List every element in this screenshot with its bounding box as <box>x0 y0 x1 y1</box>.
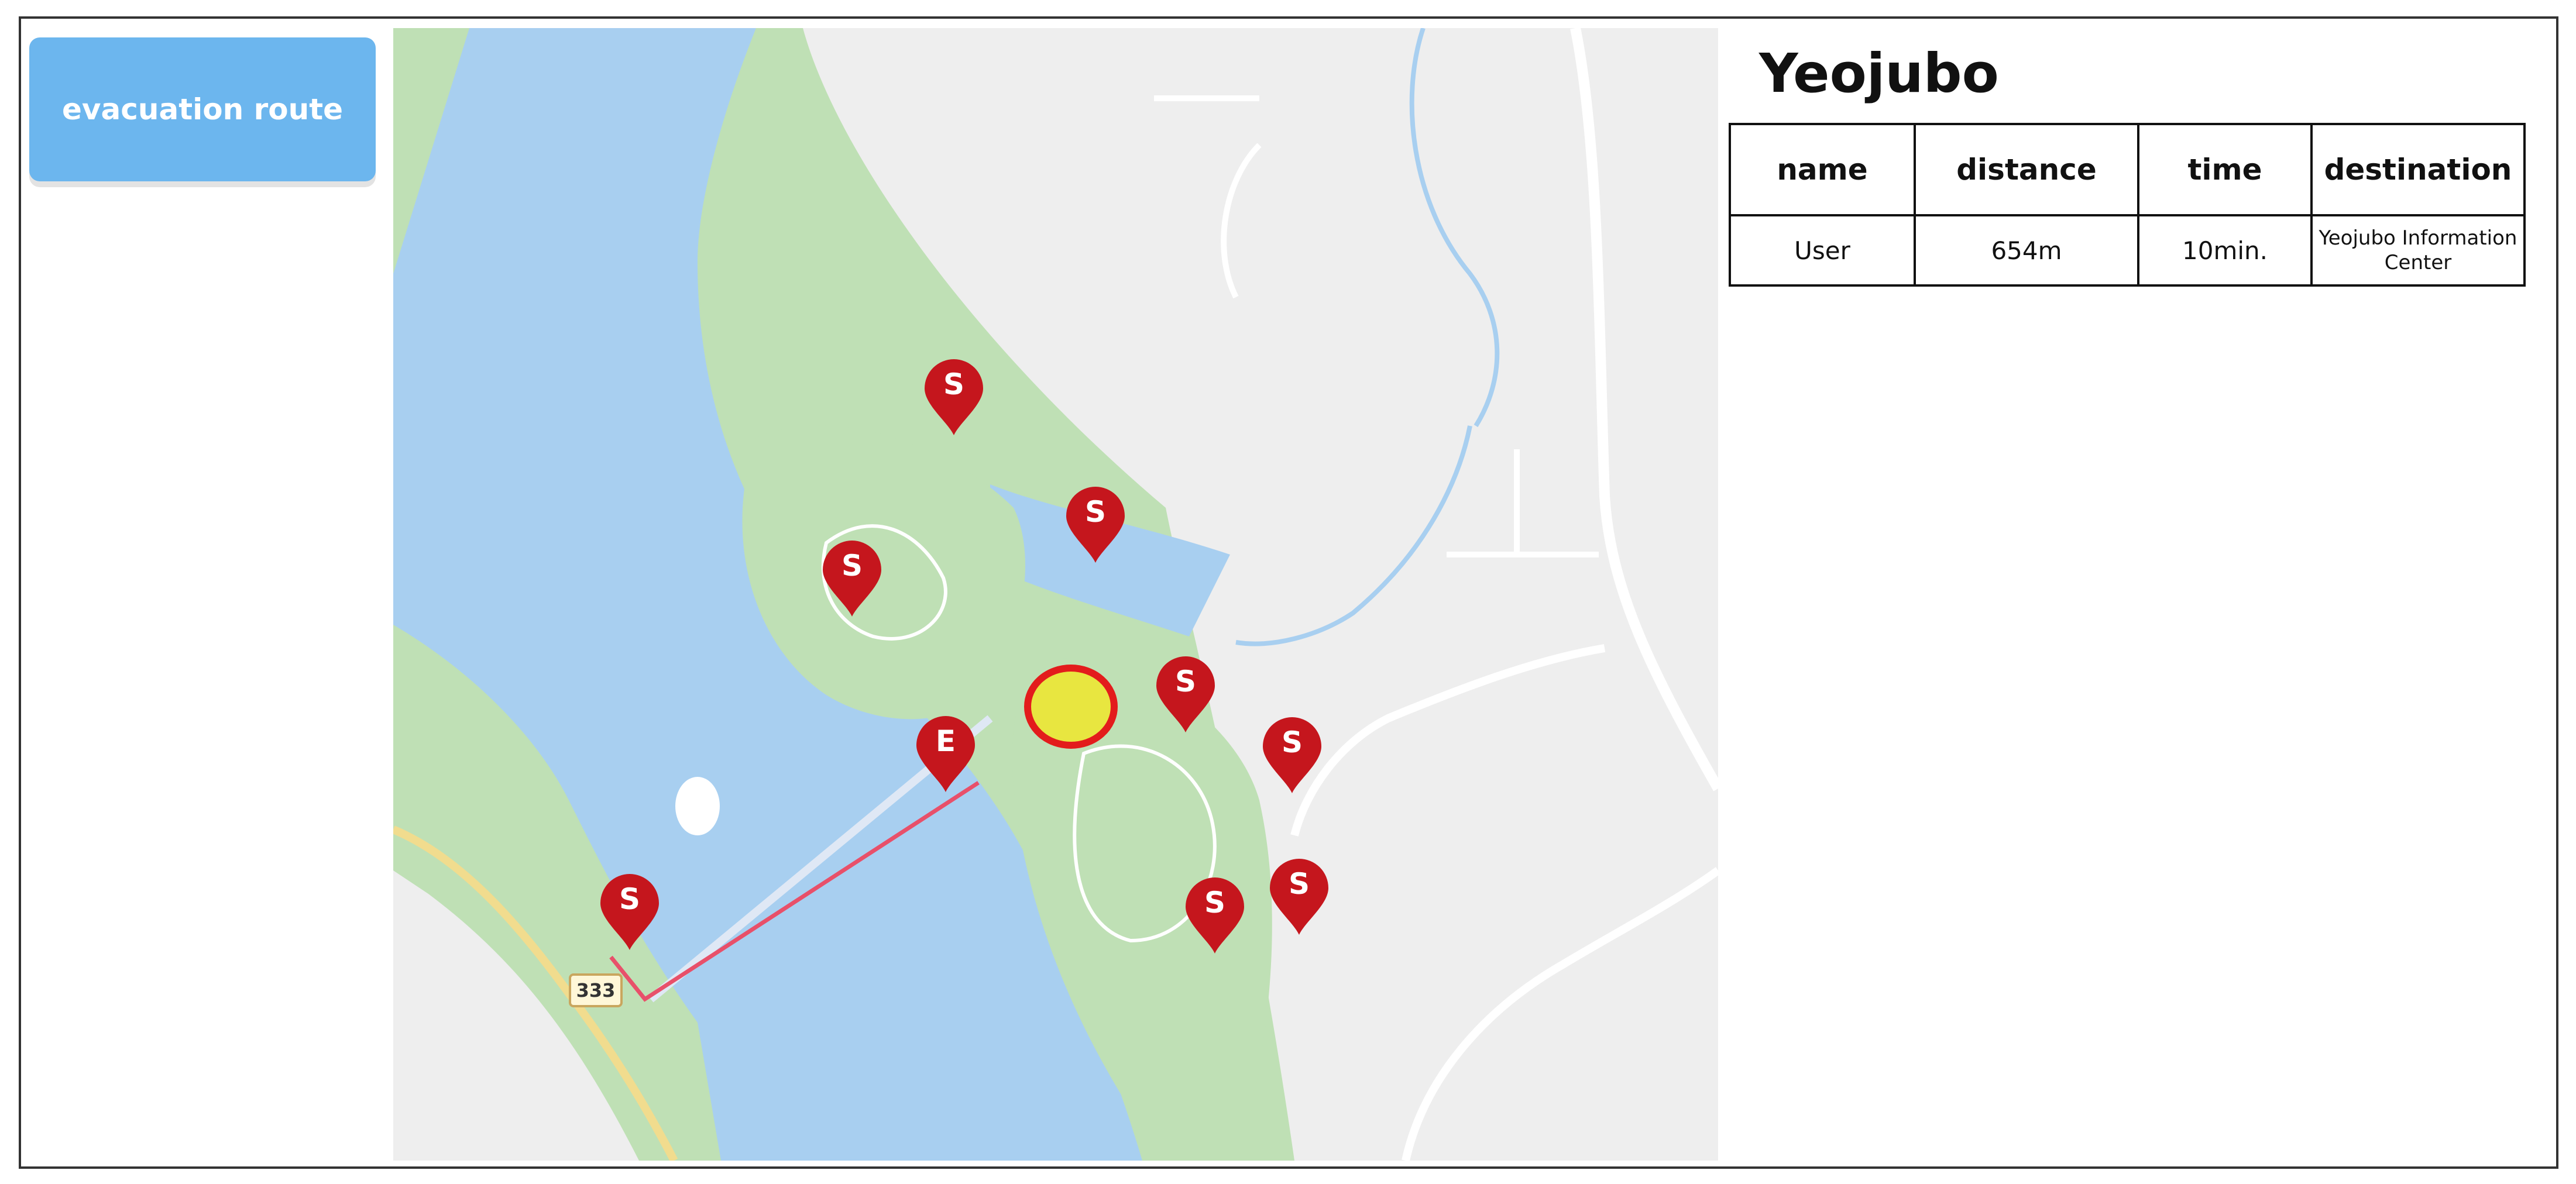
location-title: Yeojubo <box>1759 42 1999 105</box>
shelter-marker[interactable]: S <box>1260 717 1324 794</box>
shelter-marker-label: S <box>1174 665 1196 698</box>
map-view[interactable]: 333 S S S S S S S S E + <box>393 28 1718 1161</box>
column-header-time: time <box>2137 123 2313 216</box>
road-number-badge: 333 <box>569 973 623 1007</box>
column-header-name: name <box>1729 123 1916 216</box>
exit-marker-label: E <box>935 724 956 758</box>
evacuation-route-button[interactable]: evacuation route <box>29 37 376 181</box>
shelter-marker-label: S <box>1084 495 1106 529</box>
table-header-row: name distance time destination <box>1729 123 2526 216</box>
cell-time: 10min. <box>2137 214 2313 287</box>
table-row: User 654m 10min. Yeojubo Information Cen… <box>1729 214 2526 287</box>
shelter-marker[interactable]: S <box>1268 859 1331 936</box>
shelter-marker-label: S <box>619 882 640 916</box>
shelter-marker[interactable]: S <box>1154 656 1217 734</box>
column-header-distance: distance <box>1914 123 2139 216</box>
shelter-marker[interactable]: S <box>1064 487 1127 564</box>
shelter-marker-label: S <box>1288 867 1310 901</box>
route-info-table: name distance time destination User 654m… <box>1729 123 2526 287</box>
shelter-marker-label: S <box>1281 725 1303 759</box>
exit-marker[interactable]: E <box>914 716 977 793</box>
cell-name: User <box>1729 214 1916 287</box>
shelter-marker[interactable]: S <box>820 541 884 618</box>
shelter-marker[interactable]: S <box>1183 877 1246 955</box>
column-header-destination: destination <box>2310 123 2526 216</box>
cell-distance: 654m <box>1914 214 2139 287</box>
shelter-marker[interactable]: S <box>922 359 985 436</box>
cell-destination: Yeojubo Information Center <box>2310 214 2526 287</box>
shelter-marker[interactable]: S <box>598 874 661 951</box>
shelter-marker-label: S <box>1204 886 1225 920</box>
shelter-marker-label: S <box>943 367 964 401</box>
shelter-marker-label: S <box>841 549 863 583</box>
